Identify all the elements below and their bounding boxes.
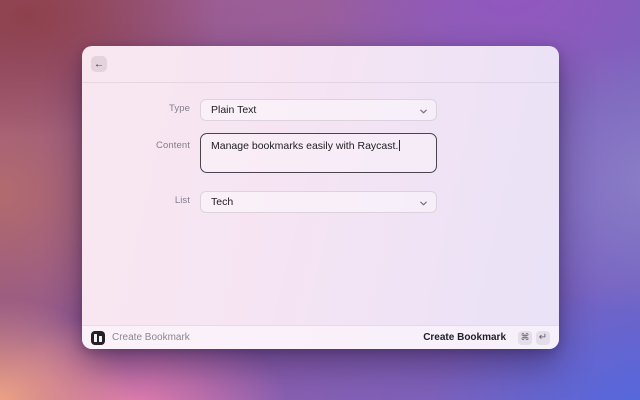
type-dropdown-value: Plain Text bbox=[211, 100, 256, 121]
chevron-down-icon bbox=[419, 199, 428, 208]
return-key-icon: ↵ bbox=[536, 331, 550, 345]
back-button[interactable]: ← bbox=[91, 56, 107, 72]
content-textarea[interactable]: Manage bookmarks easily with Raycast. bbox=[200, 133, 437, 173]
window-footer: Create Bookmark Create Bookmark ⌘ ↵ bbox=[82, 325, 559, 349]
command-name: Create Bookmark bbox=[112, 332, 190, 343]
content-text: Manage bookmarks easily with Raycast. bbox=[211, 140, 398, 152]
type-label: Type bbox=[82, 103, 190, 114]
type-dropdown[interactable]: Plain Text bbox=[200, 99, 437, 121]
list-dropdown[interactable]: Tech bbox=[200, 191, 437, 213]
desktop-background: ← Type Plain Text Content Manage bookmar… bbox=[0, 0, 640, 400]
text-caret bbox=[399, 140, 400, 151]
chevron-down-icon bbox=[419, 107, 428, 116]
bookmarks-app-icon bbox=[91, 331, 105, 345]
back-arrow-icon: ← bbox=[94, 59, 104, 70]
bookmarks-icon-right-bar bbox=[99, 336, 102, 342]
bookmarks-icon-left-bar bbox=[94, 334, 97, 342]
primary-action-button[interactable]: Create Bookmark bbox=[423, 332, 506, 343]
list-dropdown-value: Tech bbox=[211, 192, 233, 213]
window-header: ← bbox=[82, 46, 559, 83]
raycast-window: ← Type Plain Text Content Manage bookmar… bbox=[82, 46, 559, 349]
command-key-icon: ⌘ bbox=[518, 331, 532, 345]
content-label: Content bbox=[82, 140, 190, 151]
list-label: List bbox=[82, 195, 190, 206]
